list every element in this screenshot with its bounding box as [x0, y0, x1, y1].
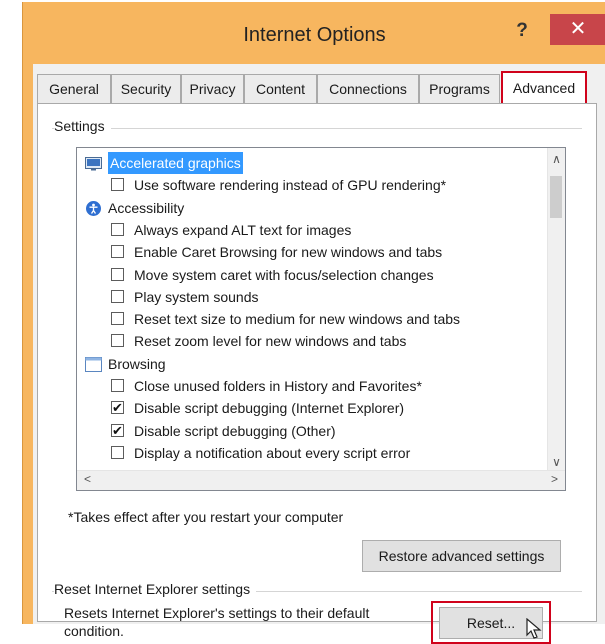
settings-checkbox-label: Enable Caret Browsing for new windows an… — [134, 244, 443, 261]
tab-security[interactable]: Security — [111, 74, 181, 103]
reset-description-line1: Resets Internet Explorer's settings to t… — [64, 605, 370, 621]
settings-checkbox-label: Always expand ALT text for images — [134, 221, 352, 238]
settings-checkbox-label: Disable script debugging (Internet Explo… — [134, 400, 405, 417]
vertical-scroll-thumb[interactable] — [550, 176, 562, 218]
settings-checkbox[interactable]: ✔ — [111, 423, 124, 437]
settings-checkbox[interactable] — [111, 312, 124, 326]
settings-category-label: Browsing — [108, 355, 166, 372]
settings-checkbox[interactable] — [111, 178, 124, 192]
accelerated-graphics-icon — [85, 155, 102, 171]
dialog-body: General Security Privacy Content Connect… — [33, 64, 605, 644]
scroll-down-icon[interactable]: ∨ — [548, 455, 565, 469]
settings-checkbox-label: Reset zoom level for new windows and tab… — [134, 333, 407, 350]
reset-description-line2: condition. — [64, 623, 124, 639]
settings-checkbox-label: Display a notification about every scrip… — [134, 444, 411, 461]
settings-checkbox[interactable] — [111, 245, 124, 259]
vertical-scrollbar[interactable]: ∧ ∨ — [547, 148, 565, 473]
settings-tree-list[interactable]: Accelerated graphics Use software renderi… — [76, 147, 566, 491]
title-bar[interactable]: Internet Options ? ✕ — [23, 2, 605, 64]
settings-checkbox[interactable]: ✔ — [111, 401, 124, 415]
settings-checkbox-label: Move system caret with focus/selection c… — [134, 266, 434, 283]
tab-connections[interactable]: Connections — [317, 74, 419, 103]
scroll-left-icon[interactable]: < — [79, 472, 96, 486]
restart-note: *Takes effect after you restart your com… — [68, 509, 344, 525]
settings-checkbox-label: Close unused folders in History and Favo… — [134, 378, 422, 394]
settings-checkbox[interactable] — [111, 267, 124, 281]
scroll-up-icon[interactable]: ∧ — [548, 152, 565, 166]
settings-checkbox-label: Disable script debugging (Other) — [134, 422, 336, 439]
accessibility-icon — [85, 200, 102, 216]
settings-category-label: Accelerated graphics — [108, 152, 243, 174]
mouse-cursor-icon — [526, 618, 542, 639]
settings-checkbox[interactable] — [111, 334, 124, 348]
scroll-right-icon[interactable]: > — [546, 472, 563, 486]
settings-checkbox[interactable] — [111, 222, 124, 236]
internet-options-window: Internet Options ? ✕ General Security Pr… — [22, 2, 605, 644]
reset-description: Resets Internet Explorer's settings to t… — [64, 604, 369, 640]
settings-checkbox-label: Use software rendering instead of GPU re… — [134, 177, 447, 194]
reset-group-label: Reset Internet Explorer settings — [54, 581, 257, 597]
settings-checkbox[interactable] — [111, 445, 124, 459]
settings-group-line — [52, 128, 582, 129]
settings-checkbox-label: Reset text size to medium for new window… — [134, 311, 461, 328]
tab-content[interactable]: Content — [244, 74, 317, 103]
tab-privacy[interactable]: Privacy — [181, 74, 244, 103]
help-button[interactable]: ? — [509, 18, 535, 44]
settings-group-label: Settings — [54, 118, 111, 134]
settings-checkbox[interactable] — [111, 379, 124, 392]
horizontal-scrollbar[interactable]: < > — [77, 470, 565, 490]
restore-advanced-settings-button[interactable]: Restore advanced settings — [362, 540, 561, 572]
settings-checkbox[interactable] — [111, 289, 124, 303]
tab-general[interactable]: General — [37, 74, 111, 103]
tab-advanced[interactable]: Advanced — [501, 71, 587, 105]
settings-category-label: Accessibility — [108, 199, 185, 216]
tab-programs[interactable]: Programs — [419, 74, 500, 103]
close-button[interactable]: ✕ — [550, 14, 605, 45]
browsing-icon — [85, 356, 102, 372]
advanced-panel: Settings Accelerated graphics Use softwar… — [37, 103, 597, 644]
settings-checkbox-label: Play system sounds — [134, 288, 259, 305]
